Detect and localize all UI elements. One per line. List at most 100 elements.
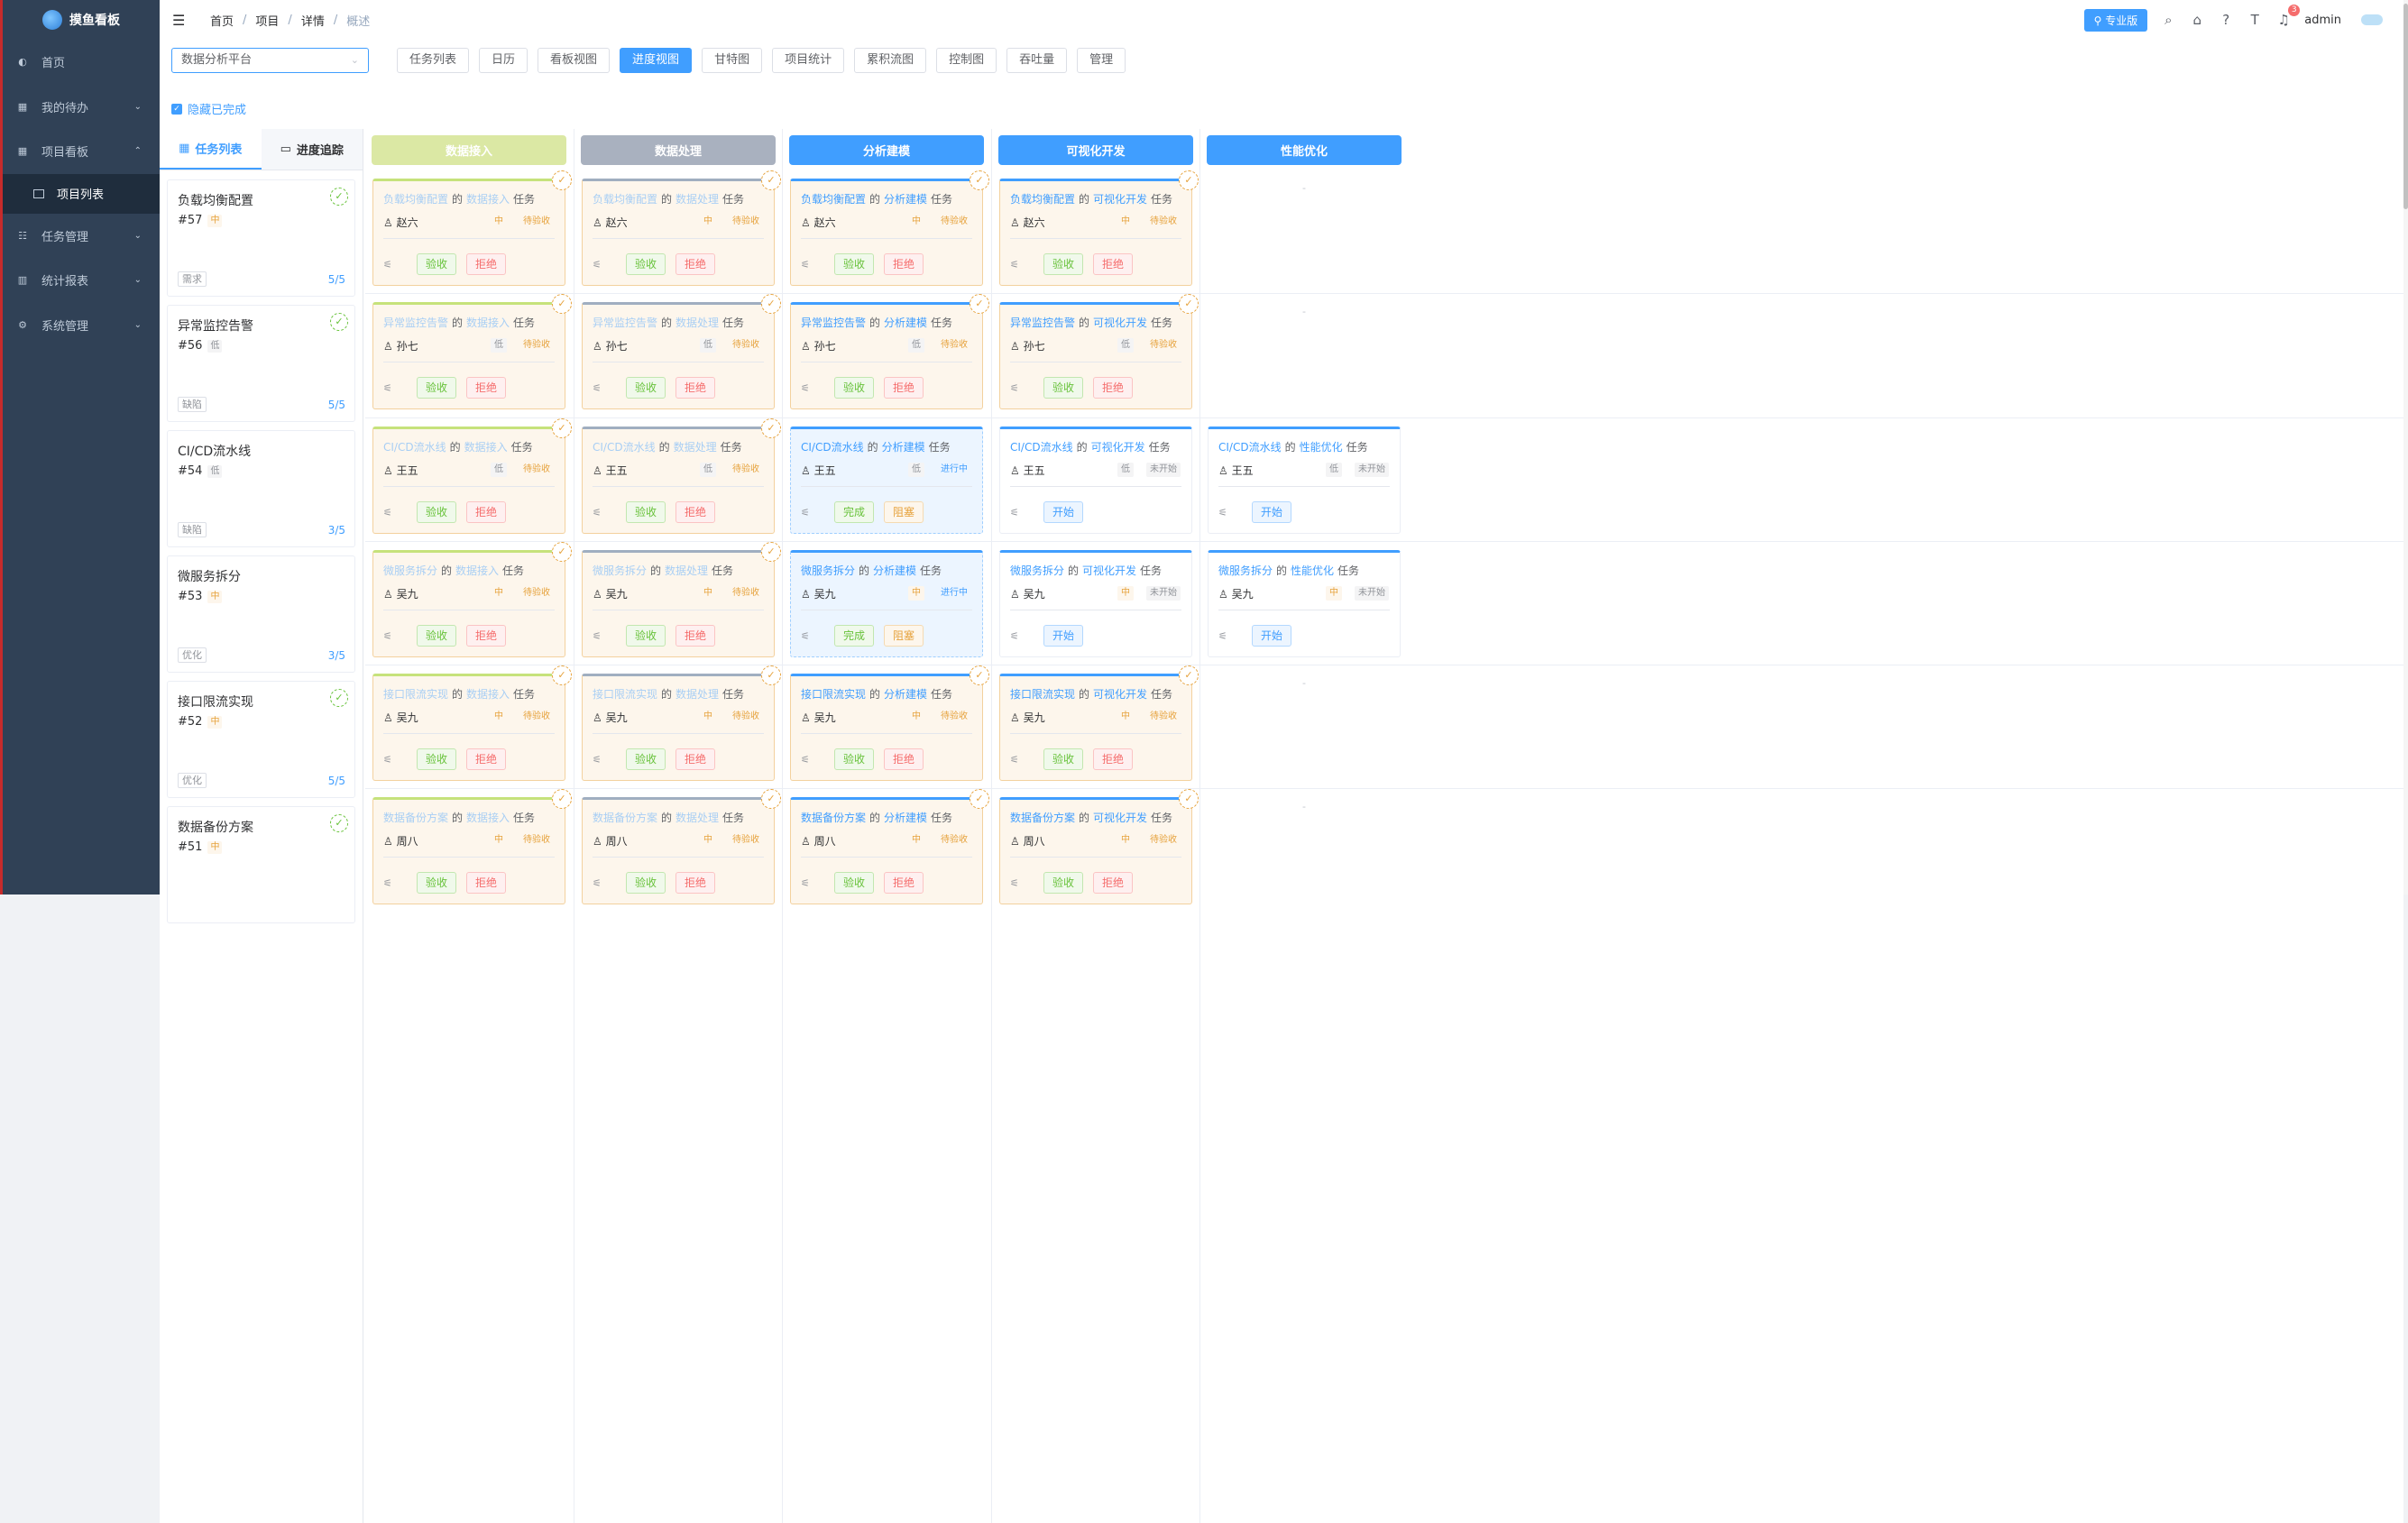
help-icon[interactable]: ? — [2218, 12, 2234, 28]
task-card[interactable]: CI/CD流水线 #54 低缺陷 3/5 — [167, 430, 355, 547]
sliders-icon[interactable]: ⚟ — [801, 630, 824, 642]
reject-button[interactable]: 拒绝 — [676, 748, 716, 770]
reject-button[interactable]: 拒绝 — [466, 872, 507, 894]
tab-progress-track[interactable]: ▭ 进度追踪 — [261, 129, 363, 170]
accept-button[interactable]: 验收 — [834, 872, 875, 894]
sliders-icon[interactable]: ⚟ — [1010, 507, 1034, 518]
sliders-icon[interactable]: ⚟ — [593, 754, 616, 766]
stage-task-card[interactable]: ✓ CI/CD流水线的数据处理 任务 ♙ 王五 低待验收 ⚟ 验收 拒绝 — [582, 418, 781, 534]
pro-version-button[interactable]: ⚲ 专业版 — [2083, 8, 2148, 32]
accept-button[interactable]: 验收 — [417, 501, 457, 523]
stage-task-card[interactable]: ✓ 负载均衡配置的可视化开发 任务 ♙ 赵六 中待验收 ⚟ 验收 拒绝 — [999, 170, 1199, 286]
reject-button[interactable]: 拒绝 — [466, 748, 507, 770]
sliders-icon[interactable]: ⚟ — [1218, 630, 1242, 642]
app-logo[interactable]: 摸鱼看板 — [3, 0, 160, 40]
task-card[interactable]: 接口限流实现 #52 中优化 5/5 ✓ — [167, 681, 355, 798]
stage-task-card[interactable]: ✓ 异常监控告警的数据接入 任务 ♙ 孙七 低待验收 ⚟ 验收 拒绝 — [372, 294, 572, 409]
sidebar-item-home[interactable]: ◐ 首页 — [3, 40, 160, 85]
accept-button[interactable]: 验收 — [626, 253, 666, 275]
sidebar-item-system[interactable]: ⚙ 系统管理 ⌄ — [3, 303, 160, 348]
sliders-icon[interactable]: ⚟ — [593, 259, 616, 271]
avatar[interactable] — [2361, 14, 2383, 25]
sliders-icon[interactable]: ⚟ — [1010, 259, 1034, 271]
stage-task-card[interactable]: CI/CD流水线的性能优化 任务 ♙ 王五 低未开始 ⚟ 开始 — [1208, 427, 1401, 534]
accept-button[interactable]: 验收 — [626, 872, 666, 894]
view-button[interactable]: 管理 — [1077, 48, 1126, 73]
sliders-icon[interactable]: ⚟ — [593, 630, 616, 642]
block-button[interactable]: 阻塞 — [884, 625, 924, 647]
font-size-icon[interactable]: T — [2247, 12, 2263, 28]
reject-button[interactable]: 拒绝 — [884, 748, 924, 770]
search-icon[interactable]: ⌕ — [2160, 12, 2176, 28]
sliders-icon[interactable]: ⚟ — [1218, 507, 1242, 518]
view-button[interactable]: 任务列表 — [397, 48, 470, 73]
task-card[interactable]: 微服务拆分 #53 中优化 3/5 — [167, 555, 355, 673]
reject-button[interactable]: 拒绝 — [1093, 253, 1134, 275]
sliders-icon[interactable]: ⚟ — [1010, 877, 1034, 889]
username[interactable]: admin — [2304, 14, 2341, 27]
reject-button[interactable]: 拒绝 — [884, 253, 924, 275]
stage-task-card[interactable]: 微服务拆分的分析建模 任务 ♙ 吴九 中进行中 ⚟ 完成 阻塞 — [790, 550, 983, 657]
project-select[interactable]: 数据分析平台 ⌄ — [171, 48, 369, 73]
stage-task-card[interactable]: ✓ 负载均衡配置的分析建模 任务 ♙ 赵六 中待验收 ⚟ 验收 拒绝 — [790, 170, 989, 286]
stage-task-card[interactable]: CI/CD流水线的分析建模 任务 ♙ 王五 低进行中 ⚟ 完成 阻塞 — [790, 427, 983, 534]
reject-button[interactable]: 拒绝 — [676, 253, 716, 275]
start-button[interactable]: 开始 — [1252, 501, 1292, 523]
stage-task-card[interactable]: ✓ 接口限流实现的可视化开发 任务 ♙ 吴九 中待验收 ⚟ 验收 拒绝 — [999, 665, 1199, 781]
accept-button[interactable]: 验收 — [417, 253, 457, 275]
stage-task-card[interactable]: ✓ 接口限流实现的数据处理 任务 ♙ 吴九 中待验收 ⚟ 验收 拒绝 — [582, 665, 781, 781]
bell-icon[interactable]: ♫ 3 — [2275, 5, 2301, 28]
stage-task-card[interactable]: ✓ 微服务拆分的数据处理 任务 ♙ 吴九 中待验收 ⚟ 验收 拒绝 — [582, 542, 781, 657]
stage-task-card[interactable]: CI/CD流水线的可视化开发 任务 ♙ 王五 低未开始 ⚟ 开始 — [999, 427, 1192, 534]
reject-button[interactable]: 拒绝 — [884, 872, 924, 894]
stage-task-card[interactable]: ✓ 接口限流实现的数据接入 任务 ♙ 吴九 中待验收 ⚟ 验收 拒绝 — [372, 665, 572, 781]
sliders-icon[interactable]: ⚟ — [593, 507, 616, 518]
stage-task-card[interactable]: ✓ 异常监控告警的分析建模 任务 ♙ 孙七 低待验收 ⚟ 验收 拒绝 — [790, 294, 989, 409]
sliders-icon[interactable]: ⚟ — [383, 877, 407, 889]
reject-button[interactable]: 拒绝 — [1093, 872, 1134, 894]
view-button[interactable]: 累积流图 — [854, 48, 927, 73]
stage-task-card[interactable]: ✓ 数据备份方案的可视化开发 任务 ♙ 周八 中待验收 ⚟ 验收 拒绝 — [999, 789, 1199, 904]
stage-task-card[interactable]: ✓ 数据备份方案的分析建模 任务 ♙ 周八 中待验收 ⚟ 验收 拒绝 — [790, 789, 989, 904]
view-button[interactable]: 控制图 — [936, 48, 997, 73]
sliders-icon[interactable]: ⚟ — [801, 507, 824, 518]
task-card[interactable]: 数据备份方案 #51 中 ✓ — [167, 806, 355, 923]
complete-button[interactable]: 完成 — [834, 625, 875, 647]
menu-toggle-icon[interactable]: ☰ — [172, 12, 190, 29]
sidebar-item-tasks[interactable]: ☷ 任务管理 ⌄ — [3, 214, 160, 259]
start-button[interactable]: 开始 — [1043, 625, 1084, 647]
stage-task-card[interactable]: ✓ 数据备份方案的数据接入 任务 ♙ 周八 中待验收 ⚟ 验收 拒绝 — [372, 789, 572, 904]
sliders-icon[interactable]: ⚟ — [801, 877, 824, 889]
stage-task-card[interactable]: ✓ 异常监控告警的数据处理 任务 ♙ 孙七 低待验收 ⚟ 验收 拒绝 — [582, 294, 781, 409]
reject-button[interactable]: 拒绝 — [466, 377, 507, 399]
accept-button[interactable]: 验收 — [626, 748, 666, 770]
sidebar-item-board[interactable]: ▦ 项目看板 ⌃ — [3, 129, 160, 174]
sliders-icon[interactable]: ⚟ — [593, 877, 616, 889]
sliders-icon[interactable]: ⚟ — [801, 259, 824, 271]
accept-button[interactable]: 验收 — [417, 748, 457, 770]
sliders-icon[interactable]: ⚟ — [383, 382, 407, 394]
reject-button[interactable]: 拒绝 — [1093, 748, 1134, 770]
view-button[interactable]: 吞吐量 — [1006, 48, 1068, 73]
view-button[interactable]: 日历 — [479, 48, 528, 73]
stage-task-card[interactable]: ✓ 负载均衡配置的数据接入 任务 ♙ 赵六 中待验收 ⚟ 验收 拒绝 — [372, 170, 572, 286]
sliders-icon[interactable]: ⚟ — [1010, 630, 1034, 642]
stage-task-card[interactable]: ✓ CI/CD流水线的数据接入 任务 ♙ 王五 低待验收 ⚟ 验收 拒绝 — [372, 418, 572, 534]
sliders-icon[interactable]: ⚟ — [1010, 382, 1034, 394]
accept-button[interactable]: 验收 — [626, 377, 666, 399]
sliders-icon[interactable]: ⚟ — [593, 382, 616, 394]
reject-button[interactable]: 拒绝 — [466, 625, 507, 647]
accept-button[interactable]: 验收 — [417, 625, 457, 647]
reject-button[interactable]: 拒绝 — [466, 501, 507, 523]
stage-task-card[interactable]: ✓ 数据备份方案的数据处理 任务 ♙ 周八 中待验收 ⚟ 验收 拒绝 — [582, 789, 781, 904]
stage-task-card[interactable]: ✓ 微服务拆分的数据接入 任务 ♙ 吴九 中待验收 ⚟ 验收 拒绝 — [372, 542, 572, 657]
hide-completed-checkbox[interactable]: ✓ 隐藏已完成 — [171, 100, 246, 117]
sliders-icon[interactable]: ⚟ — [383, 754, 407, 766]
sliders-icon[interactable]: ⚟ — [383, 259, 407, 271]
stage-task-card[interactable]: 微服务拆分的可视化开发 任务 ♙ 吴九 中未开始 ⚟ 开始 — [999, 550, 1192, 657]
accept-button[interactable]: 验收 — [626, 625, 666, 647]
view-button[interactable]: 进度视图 — [620, 48, 693, 73]
sliders-icon[interactable]: ⚟ — [383, 507, 407, 518]
block-button[interactable]: 阻塞 — [884, 501, 924, 523]
accept-button[interactable]: 验收 — [626, 501, 666, 523]
